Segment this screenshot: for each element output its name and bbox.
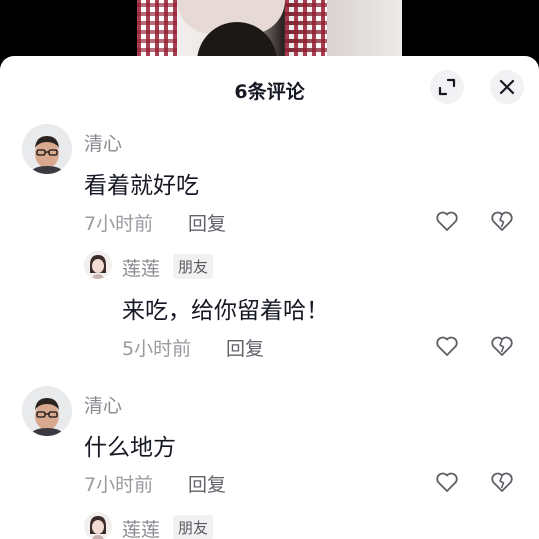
heart-outline-icon[interactable] xyxy=(434,333,460,359)
broken-heart-icon[interactable] xyxy=(489,333,515,359)
heart-outline-icon[interactable] xyxy=(434,208,460,234)
comment-text: 什么地方 xyxy=(84,435,176,461)
avatar[interactable] xyxy=(22,386,72,436)
reply-button[interactable]: 回复 xyxy=(226,334,264,361)
friend-badge: 朋友 xyxy=(173,254,214,279)
reply-author[interactable]: 莲莲 xyxy=(122,515,160,539)
expand-button[interactable] xyxy=(430,70,464,104)
heart-outline-icon[interactable] xyxy=(434,469,460,495)
user-avatar-image xyxy=(84,251,112,279)
comment-text: 看着就好吃 xyxy=(84,173,199,199)
broken-heart-icon[interactable] xyxy=(489,469,515,495)
comment-author[interactable]: 清心 xyxy=(84,391,122,418)
comment-time: 7小时前 xyxy=(84,213,154,235)
comment-sheet: 6条评论 清心 看着就好吃 7小时前 回复 莲莲 朋友 来吃，给你留着哈！ 5小… xyxy=(0,56,539,539)
reply-time: 5小时前 xyxy=(122,338,192,360)
avatar[interactable] xyxy=(84,251,112,279)
user-avatar-image xyxy=(22,386,72,436)
avatar[interactable] xyxy=(22,124,72,174)
comment-time: 7小时前 xyxy=(84,474,154,496)
avatar[interactable] xyxy=(84,512,112,539)
reply-text: 来吃，给你留着哈！ xyxy=(122,298,329,324)
close-icon xyxy=(499,79,515,95)
reply-button[interactable]: 回复 xyxy=(188,209,226,236)
user-avatar-image xyxy=(84,512,112,539)
expand-icon xyxy=(438,78,456,96)
reply-button[interactable]: 回复 xyxy=(188,470,226,497)
reply-author[interactable]: 莲莲 xyxy=(122,254,160,281)
friend-badge: 朋友 xyxy=(173,515,214,539)
close-button[interactable] xyxy=(490,70,524,104)
user-avatar-image xyxy=(22,124,72,174)
comment-author[interactable]: 清心 xyxy=(84,129,122,156)
broken-heart-icon[interactable] xyxy=(489,208,515,234)
